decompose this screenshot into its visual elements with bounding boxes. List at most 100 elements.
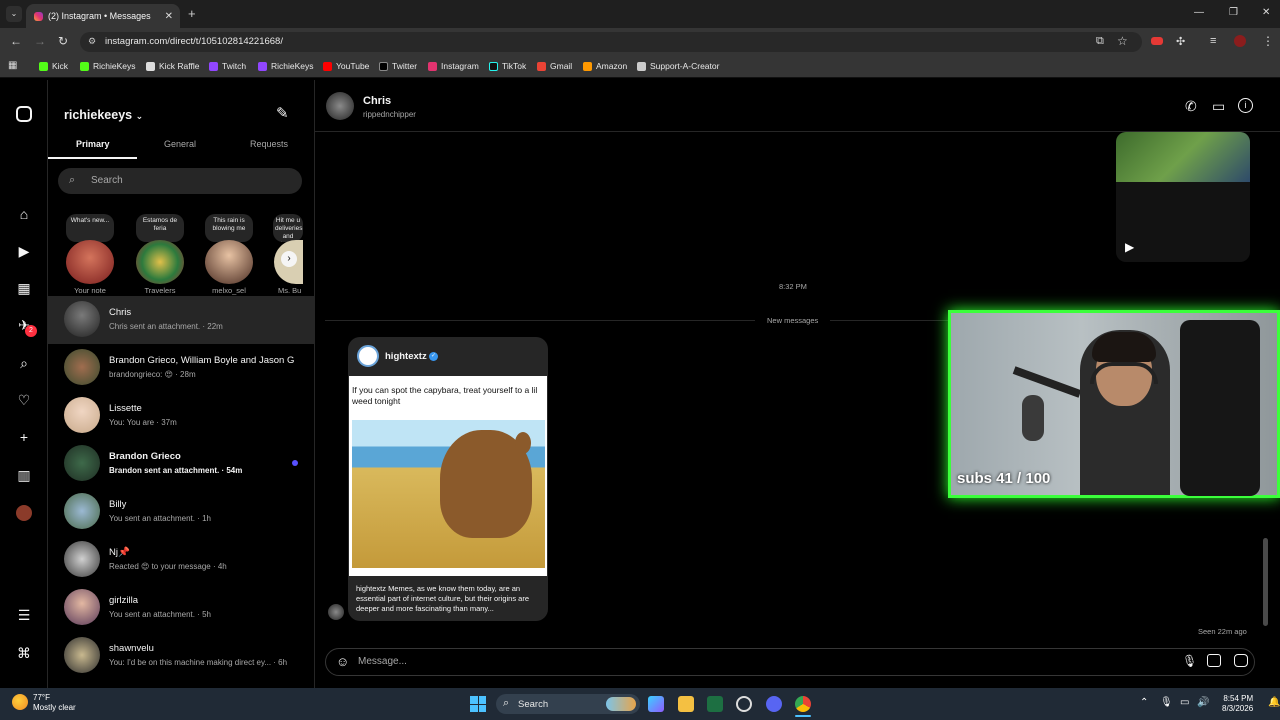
shared-video-attachment[interactable]: [1116, 132, 1250, 262]
bookmark-star-icon[interactable]: ☆: [1117, 34, 1128, 48]
reels-icon[interactable]: ▶: [15, 242, 33, 260]
copilot-icon[interactable]: [648, 696, 664, 712]
tab-primary[interactable]: Primary: [76, 139, 110, 149]
image-upload-icon[interactable]: [1207, 654, 1221, 667]
back-icon[interactable]: ←: [10, 34, 22, 48]
create-plus-icon[interactable]: +: [15, 428, 33, 446]
thread-avatar: [64, 445, 100, 481]
sticker-icon[interactable]: [1234, 654, 1248, 667]
tab-general[interactable]: General: [164, 139, 196, 149]
url-text[interactable]: instagram.com/direct/t/105102814221668/: [105, 36, 283, 47]
notification-bell-icon[interactable]: 🔔: [1268, 697, 1280, 708]
bookmark-kick[interactable]: Kick: [39, 61, 68, 71]
note-label: melxo_sel: [212, 286, 246, 295]
conversation-info-icon[interactable]: i: [1238, 98, 1253, 113]
tab-requests[interactable]: Requests: [250, 139, 288, 149]
bookmark-gmail[interactable]: Gmail: [537, 61, 572, 71]
search-icon[interactable]: ⌕: [15, 354, 33, 372]
thread-avatar: [64, 541, 100, 577]
home-icon[interactable]: ⌂: [15, 205, 33, 223]
temperature: 77°F: [33, 693, 50, 702]
bookmark-twitter[interactable]: Twitter: [379, 61, 417, 71]
chat-contact-name[interactable]: Chris: [363, 95, 391, 107]
headphones: [1090, 362, 1158, 384]
note-avatar[interactable]: [66, 240, 114, 284]
browser-tab[interactable]: (2) Instagram • Messages ✕: [26, 4, 180, 28]
play-icon[interactable]: ▶: [1125, 240, 1134, 254]
note-bubble[interactable]: What's new...: [66, 214, 114, 242]
note-bubble[interactable]: This rain is blowing me: [205, 214, 253, 242]
minimize-icon[interactable]: —: [1194, 7, 1204, 18]
tab-search-icon[interactable]: ≡: [1210, 35, 1216, 47]
compose-icon[interactable]: ✎: [276, 104, 289, 122]
note-avatar[interactable]: [136, 240, 184, 284]
discord-icon[interactable]: [766, 696, 782, 712]
bookmark-support-a-creator[interactable]: Support-A-Creator: [637, 61, 719, 71]
weather-widget[interactable]: 77°F Mostly clear: [33, 693, 76, 713]
bookmark-amazon[interactable]: Amazon: [583, 61, 627, 71]
file-explorer-icon[interactable]: [678, 696, 694, 712]
thread-preview: You sent an attachment. · 5h: [109, 610, 211, 619]
message-input[interactable]: [325, 648, 1255, 676]
close-tab-icon[interactable]: ✕: [165, 11, 173, 22]
reload-icon[interactable]: ↻: [58, 34, 68, 48]
thread-avatar: [64, 637, 100, 673]
extensions-puzzle-icon[interactable]: ✣: [1176, 35, 1185, 48]
chat-avatar[interactable]: [326, 92, 354, 120]
profile-avatar-icon[interactable]: [16, 505, 32, 521]
start-windows-icon[interactable]: [470, 696, 486, 712]
note-label: Your note: [74, 286, 106, 295]
bookmark-kick-raffle[interactable]: Kick Raffle: [146, 61, 199, 71]
note-bubble[interactable]: Hit me u deliveries and tomo: [273, 214, 303, 242]
verified-badge-icon: ✓: [429, 352, 438, 361]
note-avatar[interactable]: [205, 240, 253, 284]
show-hidden-icons[interactable]: ⌃: [1140, 697, 1148, 708]
voice-call-icon[interactable]: ✆: [1185, 98, 1197, 115]
site-info-icon[interactable]: ⚙: [88, 36, 96, 47]
chat-contact-handle[interactable]: rippednchipper: [363, 110, 416, 119]
bookmark-tiktok[interactable]: TikTok: [489, 61, 526, 71]
chat-scrollbar[interactable]: [1263, 538, 1268, 626]
bookmark-instagram[interactable]: Instagram: [428, 61, 479, 71]
network-icon[interactable]: ▭: [1180, 697, 1189, 708]
instagram-logo-icon[interactable]: [16, 106, 32, 122]
thread-name: Brandon Grieco: [109, 451, 181, 462]
new-tab-icon[interactable]: +: [188, 6, 196, 21]
extension-icon[interactable]: [1151, 37, 1163, 45]
tab-list-button[interactable]: ⌄: [6, 6, 22, 22]
excel-icon[interactable]: [707, 696, 723, 712]
bookmark-twitch[interactable]: Twitch: [209, 61, 246, 71]
maximize-icon[interactable]: ❐: [1229, 7, 1238, 18]
notes-next-arrow-icon[interactable]: ›: [281, 251, 297, 267]
obs-icon[interactable]: [736, 696, 752, 712]
sub-goal-counter: subs 41 / 100: [957, 470, 1051, 487]
volume-icon[interactable]: 🔊: [1197, 697, 1209, 708]
bookmark-richiekeys-twitch[interactable]: RichieKeys: [258, 61, 314, 71]
explore-grid-icon[interactable]: ▦: [15, 279, 33, 297]
menu-hamburger-icon[interactable]: ☰: [15, 606, 33, 624]
search-magnifier-icon: ⌕: [69, 174, 76, 186]
install-app-icon[interactable]: ⧉: [1096, 35, 1104, 48]
emoji-icon[interactable]: ☺: [336, 654, 349, 669]
mic-tray-icon[interactable]: 🎙: [1160, 697, 1173, 708]
note-bubble[interactable]: Estamos de feria: [136, 214, 184, 242]
account-switcher[interactable]: richiekeeys ⌄: [64, 108, 143, 122]
more-apps-icon[interactable]: ⌘: [15, 644, 33, 662]
system-clock[interactable]: 8:54 PM 8/3/2026: [1222, 694, 1253, 714]
apps-grid-icon[interactable]: ▦: [8, 60, 17, 71]
post-account-name[interactable]: hightextz: [385, 351, 427, 362]
bookmark-youtube[interactable]: YouTube: [323, 61, 369, 71]
chrome-icon[interactable]: [795, 696, 811, 712]
weather-icon[interactable]: [12, 694, 28, 710]
video-call-icon[interactable]: ▭: [1212, 98, 1225, 115]
notifications-heart-icon[interactable]: ♡: [15, 391, 33, 409]
chrome-menu-icon[interactable]: ⋮: [1262, 34, 1274, 48]
close-window-icon[interactable]: ✕: [1262, 7, 1270, 18]
message-placeholder: Message...: [358, 656, 407, 667]
search-placeholder: Search: [91, 175, 123, 186]
forward-icon[interactable]: →: [34, 34, 46, 48]
microphone-icon[interactable]: 🎙: [1182, 654, 1197, 668]
bookmark-richiekeys[interactable]: RichieKeys: [80, 61, 136, 71]
profile-avatar[interactable]: [1234, 35, 1246, 47]
dashboard-icon[interactable]: ▥: [15, 466, 33, 484]
